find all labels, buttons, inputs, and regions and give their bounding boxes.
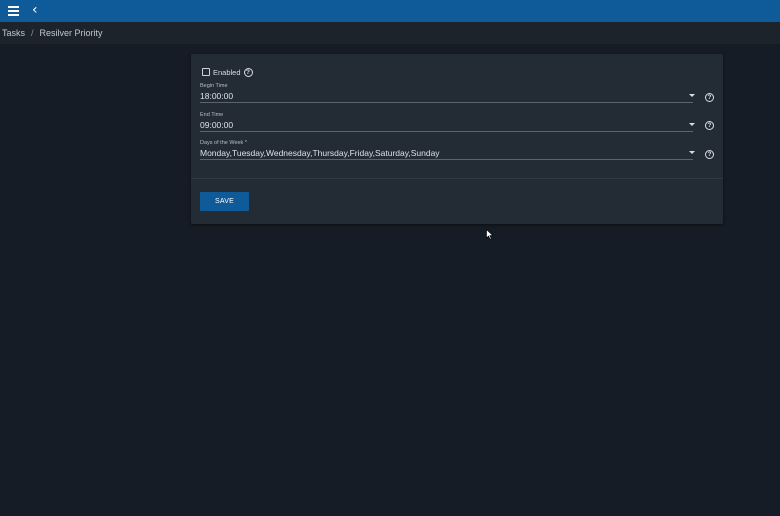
breadcrumb-item-current: Resilver Priority bbox=[39, 28, 103, 38]
caret-down-icon bbox=[689, 94, 695, 97]
resilver-priority-form-card: Enabled ? Begin Time 18:00:00 ? End Time… bbox=[191, 54, 723, 224]
begin-time-label: Begin Time bbox=[200, 83, 228, 89]
help-circle-icon[interactable]: ? bbox=[705, 121, 714, 130]
caret-down-icon bbox=[689, 123, 695, 126]
end-time-select[interactable]: 09:00:00 bbox=[200, 120, 695, 132]
begin-time-field: Begin Time 18:00:00 bbox=[200, 83, 695, 103]
save-button[interactable]: SAVE bbox=[200, 192, 249, 211]
help-circle-icon[interactable]: ? bbox=[705, 150, 714, 159]
enabled-checkbox[interactable] bbox=[202, 68, 210, 76]
caret-down-icon bbox=[689, 151, 695, 154]
enabled-checkbox-row: Enabled ? bbox=[202, 66, 253, 78]
form-divider bbox=[191, 178, 723, 179]
days-of-week-label: Days of the Week * bbox=[200, 140, 247, 146]
begin-time-select[interactable]: 18:00:00 bbox=[200, 91, 695, 103]
hamburger-menu-icon[interactable] bbox=[8, 4, 22, 18]
help-circle-icon[interactable]: ? bbox=[705, 93, 714, 102]
breadcrumb-item-tasks[interactable]: Tasks bbox=[2, 28, 25, 38]
breadcrumb: Tasks / Resilver Priority bbox=[0, 22, 780, 44]
end-time-label: End Time bbox=[200, 112, 224, 118]
end-time-field: End Time 09:00:00 bbox=[200, 112, 695, 132]
mouse-pointer-icon bbox=[486, 229, 494, 240]
help-circle-icon[interactable]: ? bbox=[243, 67, 253, 77]
breadcrumb-separator: / bbox=[31, 28, 34, 38]
days-of-week-value: Monday,Tuesday,Wednesday,Thursday,Friday… bbox=[200, 148, 440, 158]
enabled-label: Enabled bbox=[213, 67, 241, 77]
chevron-left-icon[interactable]: ‹ bbox=[32, 2, 44, 18]
end-time-value: 09:00:00 bbox=[200, 120, 234, 130]
begin-time-value: 18:00:00 bbox=[200, 91, 234, 101]
top-toolbar: ‹ bbox=[0, 0, 780, 22]
days-of-week-select[interactable]: Monday,Tuesday,Wednesday,Thursday,Friday… bbox=[200, 148, 695, 160]
days-of-week-field: Days of the Week * Monday,Tuesday,Wednes… bbox=[200, 140, 695, 160]
